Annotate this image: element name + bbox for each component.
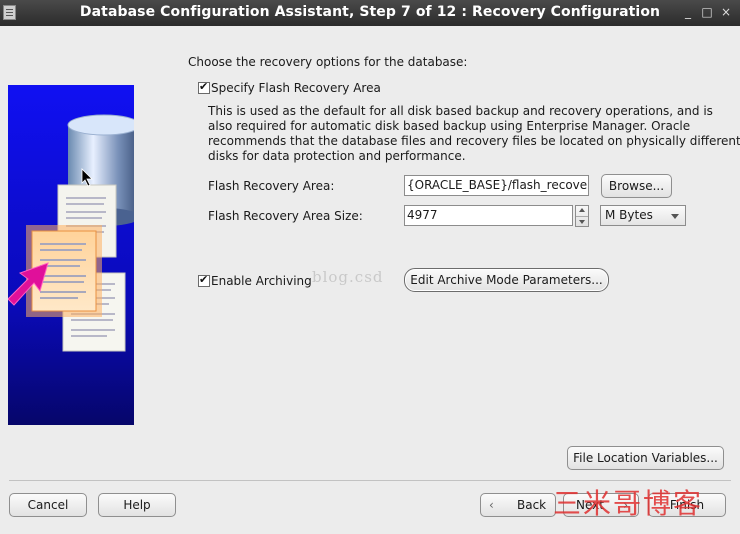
- spinner-down-icon[interactable]: [579, 220, 585, 224]
- cancel-button[interactable]: Cancel: [9, 493, 87, 517]
- enable-archiving-checkbox[interactable]: [198, 273, 210, 287]
- recovery-illustration: [8, 85, 134, 425]
- window-titlebar[interactable]: Database Configuration Assistant, Step 7…: [0, 0, 740, 26]
- window-title: Database Configuration Assistant, Step 7…: [79, 4, 661, 20]
- flash-size-label: Flash Recovery Area Size:: [208, 209, 363, 223]
- minimize-button[interactable]: _: [680, 4, 696, 20]
- illustration-panel: [8, 85, 134, 425]
- intro-text: Choose the recovery options for the data…: [188, 55, 468, 69]
- spinner-up-icon[interactable]: [579, 208, 585, 212]
- specify-flash-recovery-checkbox[interactable]: [198, 80, 210, 94]
- size-spinner[interactable]: [575, 205, 589, 227]
- unit-select-value: M Bytes: [605, 208, 653, 222]
- back-button[interactable]: ‹ Back: [480, 493, 556, 517]
- watermark-cn-text: 三米哥博客: [553, 487, 704, 520]
- watermark-url-text: blog.csd: [312, 268, 384, 286]
- flash-description-line: disks for data protection and performanc…: [208, 149, 466, 163]
- flash-area-label: Flash Recovery Area:: [208, 179, 335, 193]
- flash-description-line: recommends that the database files and r…: [208, 134, 740, 148]
- close-button[interactable]: ×: [718, 4, 734, 20]
- file-location-variables-button[interactable]: File Location Variables...: [567, 446, 724, 470]
- back-button-label: Back: [517, 498, 547, 512]
- enable-archiving-label[interactable]: Enable Archiving: [211, 274, 312, 288]
- edit-archive-mode-button[interactable]: Edit Archive Mode Parameters...: [404, 268, 609, 292]
- unit-select[interactable]: M Bytes: [600, 205, 686, 226]
- flash-description-line: also required for automatic disk based b…: [208, 119, 691, 133]
- flash-size-input[interactable]: 4977: [404, 205, 573, 226]
- help-button[interactable]: Help: [98, 493, 176, 517]
- specify-flash-recovery-label[interactable]: Specify Flash Recovery Area: [211, 81, 381, 95]
- maximize-button[interactable]: □: [699, 4, 715, 20]
- footer-divider: [9, 480, 731, 481]
- flash-description-line: This is used as the default for all disk…: [208, 104, 713, 118]
- chevron-left-icon: ‹: [489, 498, 494, 512]
- browse-button[interactable]: Browse...: [601, 174, 672, 198]
- dropdown-arrow-icon: [671, 214, 679, 219]
- flash-area-input[interactable]: {ORACLE_BASE}/flash_recovery_: [404, 175, 589, 196]
